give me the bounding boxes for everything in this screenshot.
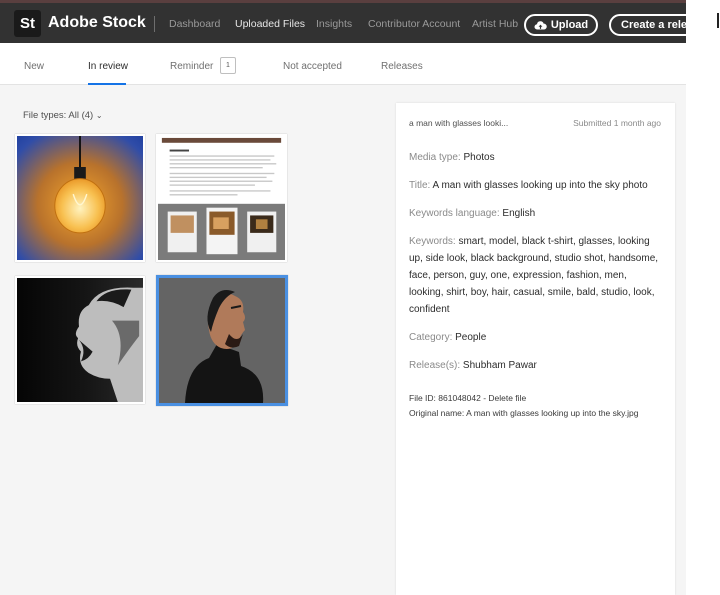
chevron-down-icon: ⌄ — [95, 111, 103, 120]
title-value: A man with glasses looking up into the s… — [432, 180, 648, 191]
top-navigation-bar: St Adobe Stock Dashboard Uploaded Files … — [0, 0, 720, 43]
document-thumbnail[interactable] — [156, 134, 287, 262]
keywords-label: Keywords: — [409, 236, 456, 247]
file-detail-panel: a man with glasses looki... Submitted 1 … — [396, 103, 675, 595]
category-field: Category: People — [409, 329, 661, 346]
keywords-value: smart, model, black t-shirt, glasses, lo… — [409, 236, 659, 315]
nav-insights[interactable]: Insights — [316, 17, 352, 31]
nav-contributor-account[interactable]: Contributor Account — [368, 17, 460, 31]
adobe-stock-logo[interactable]: St — [14, 10, 41, 37]
releases-field: Release(s): Shubham Pawar — [409, 357, 661, 374]
light-bulb-thumbnail[interactable] — [15, 134, 145, 262]
media-type-field: Media type: Photos — [409, 149, 661, 166]
upload-button[interactable]: Upload — [524, 14, 598, 36]
category-label: Category: — [409, 332, 453, 343]
reminder-count-badge: 1 — [220, 57, 236, 74]
releases-label: Release(s): — [409, 360, 461, 371]
status-tab-bar: New In review Reminder 1 Not accepted Re… — [0, 43, 686, 85]
light-bulb-image — [17, 136, 143, 260]
brand-name[interactable]: Adobe Stock — [48, 12, 146, 34]
file-title-truncated: a man with glasses looki... — [409, 118, 509, 128]
releases-value: Shubham Pawar — [462, 360, 537, 371]
shouting-man-image — [17, 278, 143, 402]
file-type-filter-label: File types: All (4) — [23, 110, 94, 121]
title-label: Title: — [409, 180, 431, 191]
submitted-date: Submitted 1 month ago — [573, 118, 661, 128]
keywords-language-label: Keywords language: — [409, 208, 500, 219]
man-looking-up-thumbnail[interactable] — [156, 275, 288, 406]
keywords-field: Keywords: smart, model, black t-shirt, g… — [409, 233, 661, 318]
upload-label: Upload — [550, 19, 589, 31]
tab-reminder[interactable]: Reminder — [170, 61, 213, 73]
tab-not-accepted[interactable]: Not accepted — [283, 61, 342, 73]
nav-dashboard[interactable]: Dashboard — [169, 17, 220, 31]
man-looking-up-image — [159, 278, 285, 403]
nav-uploaded-files[interactable]: Uploaded Files — [235, 17, 305, 31]
keywords-language-value: English — [502, 208, 536, 219]
tab-releases[interactable]: Releases — [381, 61, 423, 73]
brand-divider — [154, 16, 155, 32]
file-id[interactable]: File ID: 861048042 - Delete file — [409, 392, 526, 404]
right-edge-panel — [686, 0, 720, 595]
title-field: Title: A man with glasses looking up int… — [409, 177, 661, 194]
document-image — [158, 136, 285, 260]
tab-in-review[interactable]: In review — [88, 61, 128, 73]
file-type-filter[interactable]: File types: All (4) ⌄ — [23, 110, 103, 122]
keywords-language-field: Keywords language: English — [409, 205, 661, 222]
media-type-label: Media type: — [409, 152, 461, 163]
shouting-man-thumbnail[interactable] — [15, 276, 145, 404]
original-file-name: Original name: A man with glasses lookin… — [409, 408, 639, 418]
media-type-value: Photos — [463, 152, 495, 163]
active-tab-indicator — [88, 83, 126, 85]
scroll-indicator[interactable] — [717, 13, 719, 28]
tab-new[interactable]: New — [24, 61, 44, 73]
cloud-upload-icon — [534, 20, 547, 30]
nav-artist-hub[interactable]: Artist Hub — [472, 17, 518, 31]
category-value: People — [455, 332, 487, 343]
